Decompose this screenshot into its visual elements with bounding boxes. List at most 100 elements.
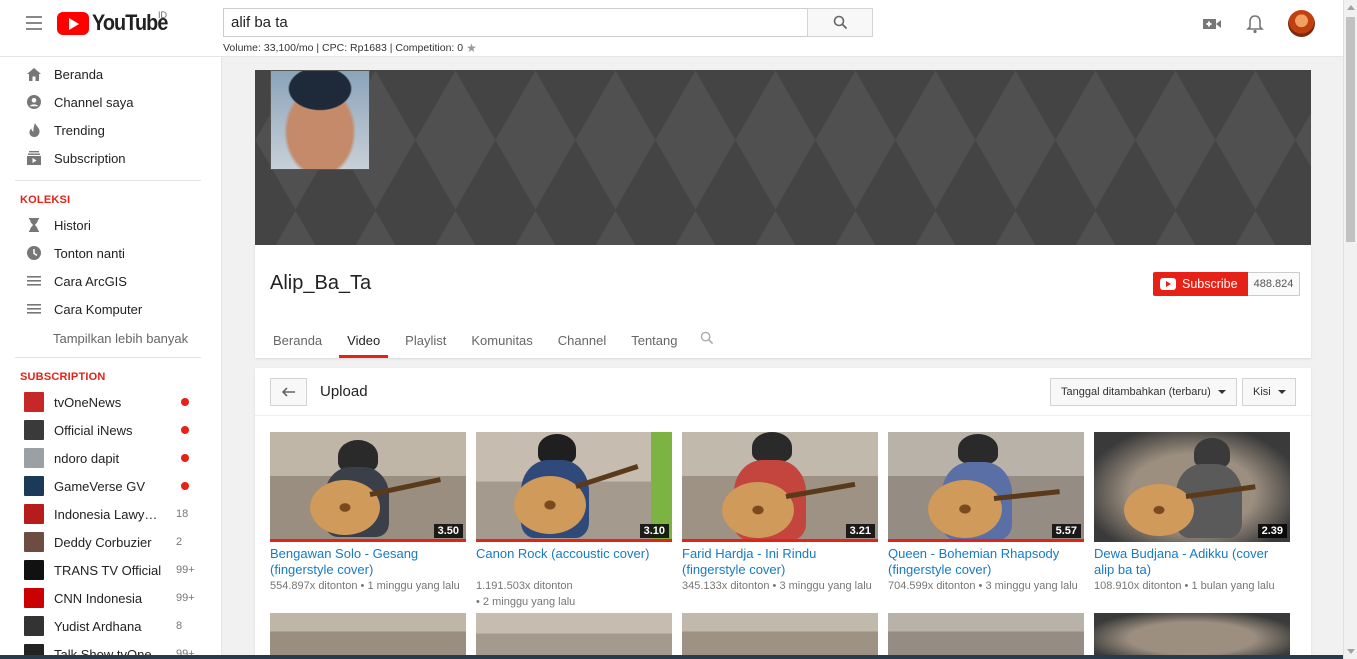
taskbar-edge xyxy=(0,655,1343,659)
playlist-icon xyxy=(26,273,42,289)
channel-thumbnail xyxy=(24,392,44,412)
subscription-item[interactable]: Deddy Corbuzier 2 xyxy=(0,528,221,556)
video-thumbnail[interactable] xyxy=(476,613,672,659)
show-more-link[interactable]: Tampilkan lebih banyak xyxy=(0,323,221,353)
sidebar-item-subscription[interactable]: Subscription xyxy=(0,144,221,172)
scrollbar-thumb[interactable] xyxy=(1346,17,1355,242)
tab-video[interactable]: Video xyxy=(339,325,389,358)
channel-search-button[interactable] xyxy=(694,325,720,358)
subscription-item[interactable]: CNN Indonesia 99+ xyxy=(0,584,221,612)
tab-beranda[interactable]: Beranda xyxy=(265,325,330,358)
subscriber-count: 488.824 xyxy=(1247,272,1301,296)
video-meta: 554.897x ditonton • 1 minggu yang lalu xyxy=(270,580,460,592)
subscription-item[interactable]: tvOneNews xyxy=(0,388,221,416)
notifications-bell-icon[interactable] xyxy=(1246,14,1264,34)
subscription-list: tvOneNews Official iNews ndoro dapit GameVe… xyxy=(0,388,221,659)
sort-dropdown[interactable]: Tanggal ditambahkan (terbaru) xyxy=(1050,378,1237,406)
menu-icon[interactable] xyxy=(26,16,42,30)
subscription-name: Indonesia Lawyer... xyxy=(54,506,164,522)
sidebar-item-cara-arcgis[interactable]: Cara ArcGIS xyxy=(0,267,221,295)
page-scrollbar[interactable] xyxy=(1343,0,1357,659)
video-title[interactable]: Farid Hardja - Ini Rindu (fingerstyle co… xyxy=(682,546,878,578)
uploads-section: Upload Tanggal ditambahkan (terbaru) Kis… xyxy=(255,368,1311,659)
video-duration: 2.39 xyxy=(1257,524,1287,538)
section-title-koleksi: KOLEKSI xyxy=(20,194,71,206)
account-avatar[interactable] xyxy=(1288,10,1315,37)
video-duration: 3.50 xyxy=(433,524,463,538)
video-card[interactable]: 3.21 Farid Hardja - Ini Rindu (fingersty… xyxy=(682,432,878,594)
subscription-item[interactable]: Yudist Ardhana 8 xyxy=(0,612,221,640)
sidebar-divider xyxy=(15,180,201,181)
live-dot-icon xyxy=(181,482,189,490)
new-videos-count: 18 xyxy=(176,508,189,520)
subscription-item[interactable]: TRANS TV Official 99+ xyxy=(0,556,221,584)
video-title[interactable]: Bengawan Solo - Gesang (fingerstyle cove… xyxy=(270,546,466,578)
keyword-stats: Volume: 33,100/mo | CPC: Rp1683 | Compet… xyxy=(223,41,477,55)
subscribe-button[interactable]: Subscribe xyxy=(1153,272,1248,296)
video-title[interactable]: Canon Rock (accoustic cover) xyxy=(476,546,672,578)
video-title[interactable]: Dewa Budjana - Adikku (cover alip ba ta) xyxy=(1094,546,1290,578)
subscription-name: CNN Indonesia xyxy=(54,590,143,606)
playlist-icon xyxy=(26,301,42,317)
video-thumbnail[interactable] xyxy=(1094,613,1290,659)
channel-title[interactable]: Alip_Ba_Ta xyxy=(270,272,371,295)
channel-thumbnail xyxy=(24,588,44,608)
subscription-name: tvOneNews xyxy=(54,394,122,410)
subscriptions-icon xyxy=(26,150,42,166)
scroll-up-arrow-icon[interactable] xyxy=(1347,5,1355,10)
masthead: YouTube ID Volume: 33,100/mo | CPC: Rp16… xyxy=(0,0,1343,57)
youtube-play-icon xyxy=(1160,278,1176,290)
video-thumbnail[interactable] xyxy=(682,613,878,659)
video-thumbnail[interactable]: 5.57 xyxy=(888,432,1084,542)
subscription-item[interactable]: GameVerse GV xyxy=(0,472,221,500)
sidebar-item-cara-komputer[interactable]: Cara Komputer xyxy=(0,295,221,323)
video-thumbnail[interactable] xyxy=(888,613,1084,659)
subscription-name: Yudist Ardhana xyxy=(54,618,142,634)
back-arrow-icon xyxy=(281,387,295,397)
video-card[interactable]: 3.50 Bengawan Solo - Gesang (fingerstyle… xyxy=(270,432,466,594)
video-card[interactable]: 3.10 Canon Rock (accoustic cover) 1.191.… xyxy=(476,432,672,610)
channel-thumbnail xyxy=(24,504,44,524)
sidebar-item-histori[interactable]: Histori xyxy=(0,211,221,239)
upload-video-icon[interactable] xyxy=(1202,16,1222,32)
video-thumbnail[interactable] xyxy=(270,613,466,659)
tab-komunitas[interactable]: Komunitas xyxy=(463,325,540,358)
video-thumbnail[interactable]: 3.50 xyxy=(270,432,466,542)
video-card[interactable]: 2.39 Dewa Budjana - Adikku (cover alip b… xyxy=(1094,432,1290,594)
live-dot-icon xyxy=(181,426,189,434)
star-icon[interactable]: ★ xyxy=(466,41,477,55)
sidebar-item-trending[interactable]: Trending xyxy=(0,116,221,144)
tab-playlist[interactable]: Playlist xyxy=(397,325,454,358)
subscription-item[interactable]: ndoro dapit xyxy=(0,444,221,472)
search-icon xyxy=(701,331,714,345)
video-thumbnail[interactable]: 3.10 xyxy=(476,432,672,542)
channel-avatar[interactable] xyxy=(270,70,370,170)
sidebar-item-channel-saya[interactable]: Channel saya xyxy=(0,88,221,116)
search-button[interactable] xyxy=(807,8,873,37)
top-actions xyxy=(1202,10,1315,37)
channel-thumbnail xyxy=(24,532,44,552)
video-thumbnail[interactable]: 3.21 xyxy=(682,432,878,542)
home-icon xyxy=(26,66,42,82)
scroll-down-arrow-icon[interactable] xyxy=(1347,649,1355,654)
sidebar-item-beranda[interactable]: Beranda xyxy=(0,60,221,88)
live-dot-icon xyxy=(181,454,189,462)
back-button[interactable] xyxy=(270,378,307,406)
tab-channel[interactable]: Channel xyxy=(550,325,614,358)
search-bar xyxy=(223,8,873,37)
video-title[interactable]: Queen - Bohemian Rhapsody (fingerstyle c… xyxy=(888,546,1084,578)
sidebar-item-tonton-nanti[interactable]: Tonton nanti xyxy=(0,239,221,267)
subscription-name: Official iNews xyxy=(54,422,133,438)
chevron-down-icon xyxy=(1277,390,1286,394)
subscription-item[interactable]: Official iNews xyxy=(0,416,221,444)
search-input[interactable] xyxy=(223,8,807,37)
tab-tentang[interactable]: Tentang xyxy=(623,325,685,358)
new-videos-count: 99+ xyxy=(176,564,195,576)
channel-tabs: Beranda Video Playlist Komunitas Channel… xyxy=(265,325,729,358)
subscription-item[interactable]: Indonesia Lawyer... 18 xyxy=(0,500,221,528)
video-card[interactable]: 5.57 Queen - Bohemian Rhapsody (fingerst… xyxy=(888,432,1084,594)
subscription-name: GameVerse GV xyxy=(54,478,146,494)
live-dot-icon xyxy=(181,398,189,406)
video-thumbnail[interactable]: 2.39 xyxy=(1094,432,1290,542)
view-dropdown[interactable]: Kisi xyxy=(1242,378,1296,406)
